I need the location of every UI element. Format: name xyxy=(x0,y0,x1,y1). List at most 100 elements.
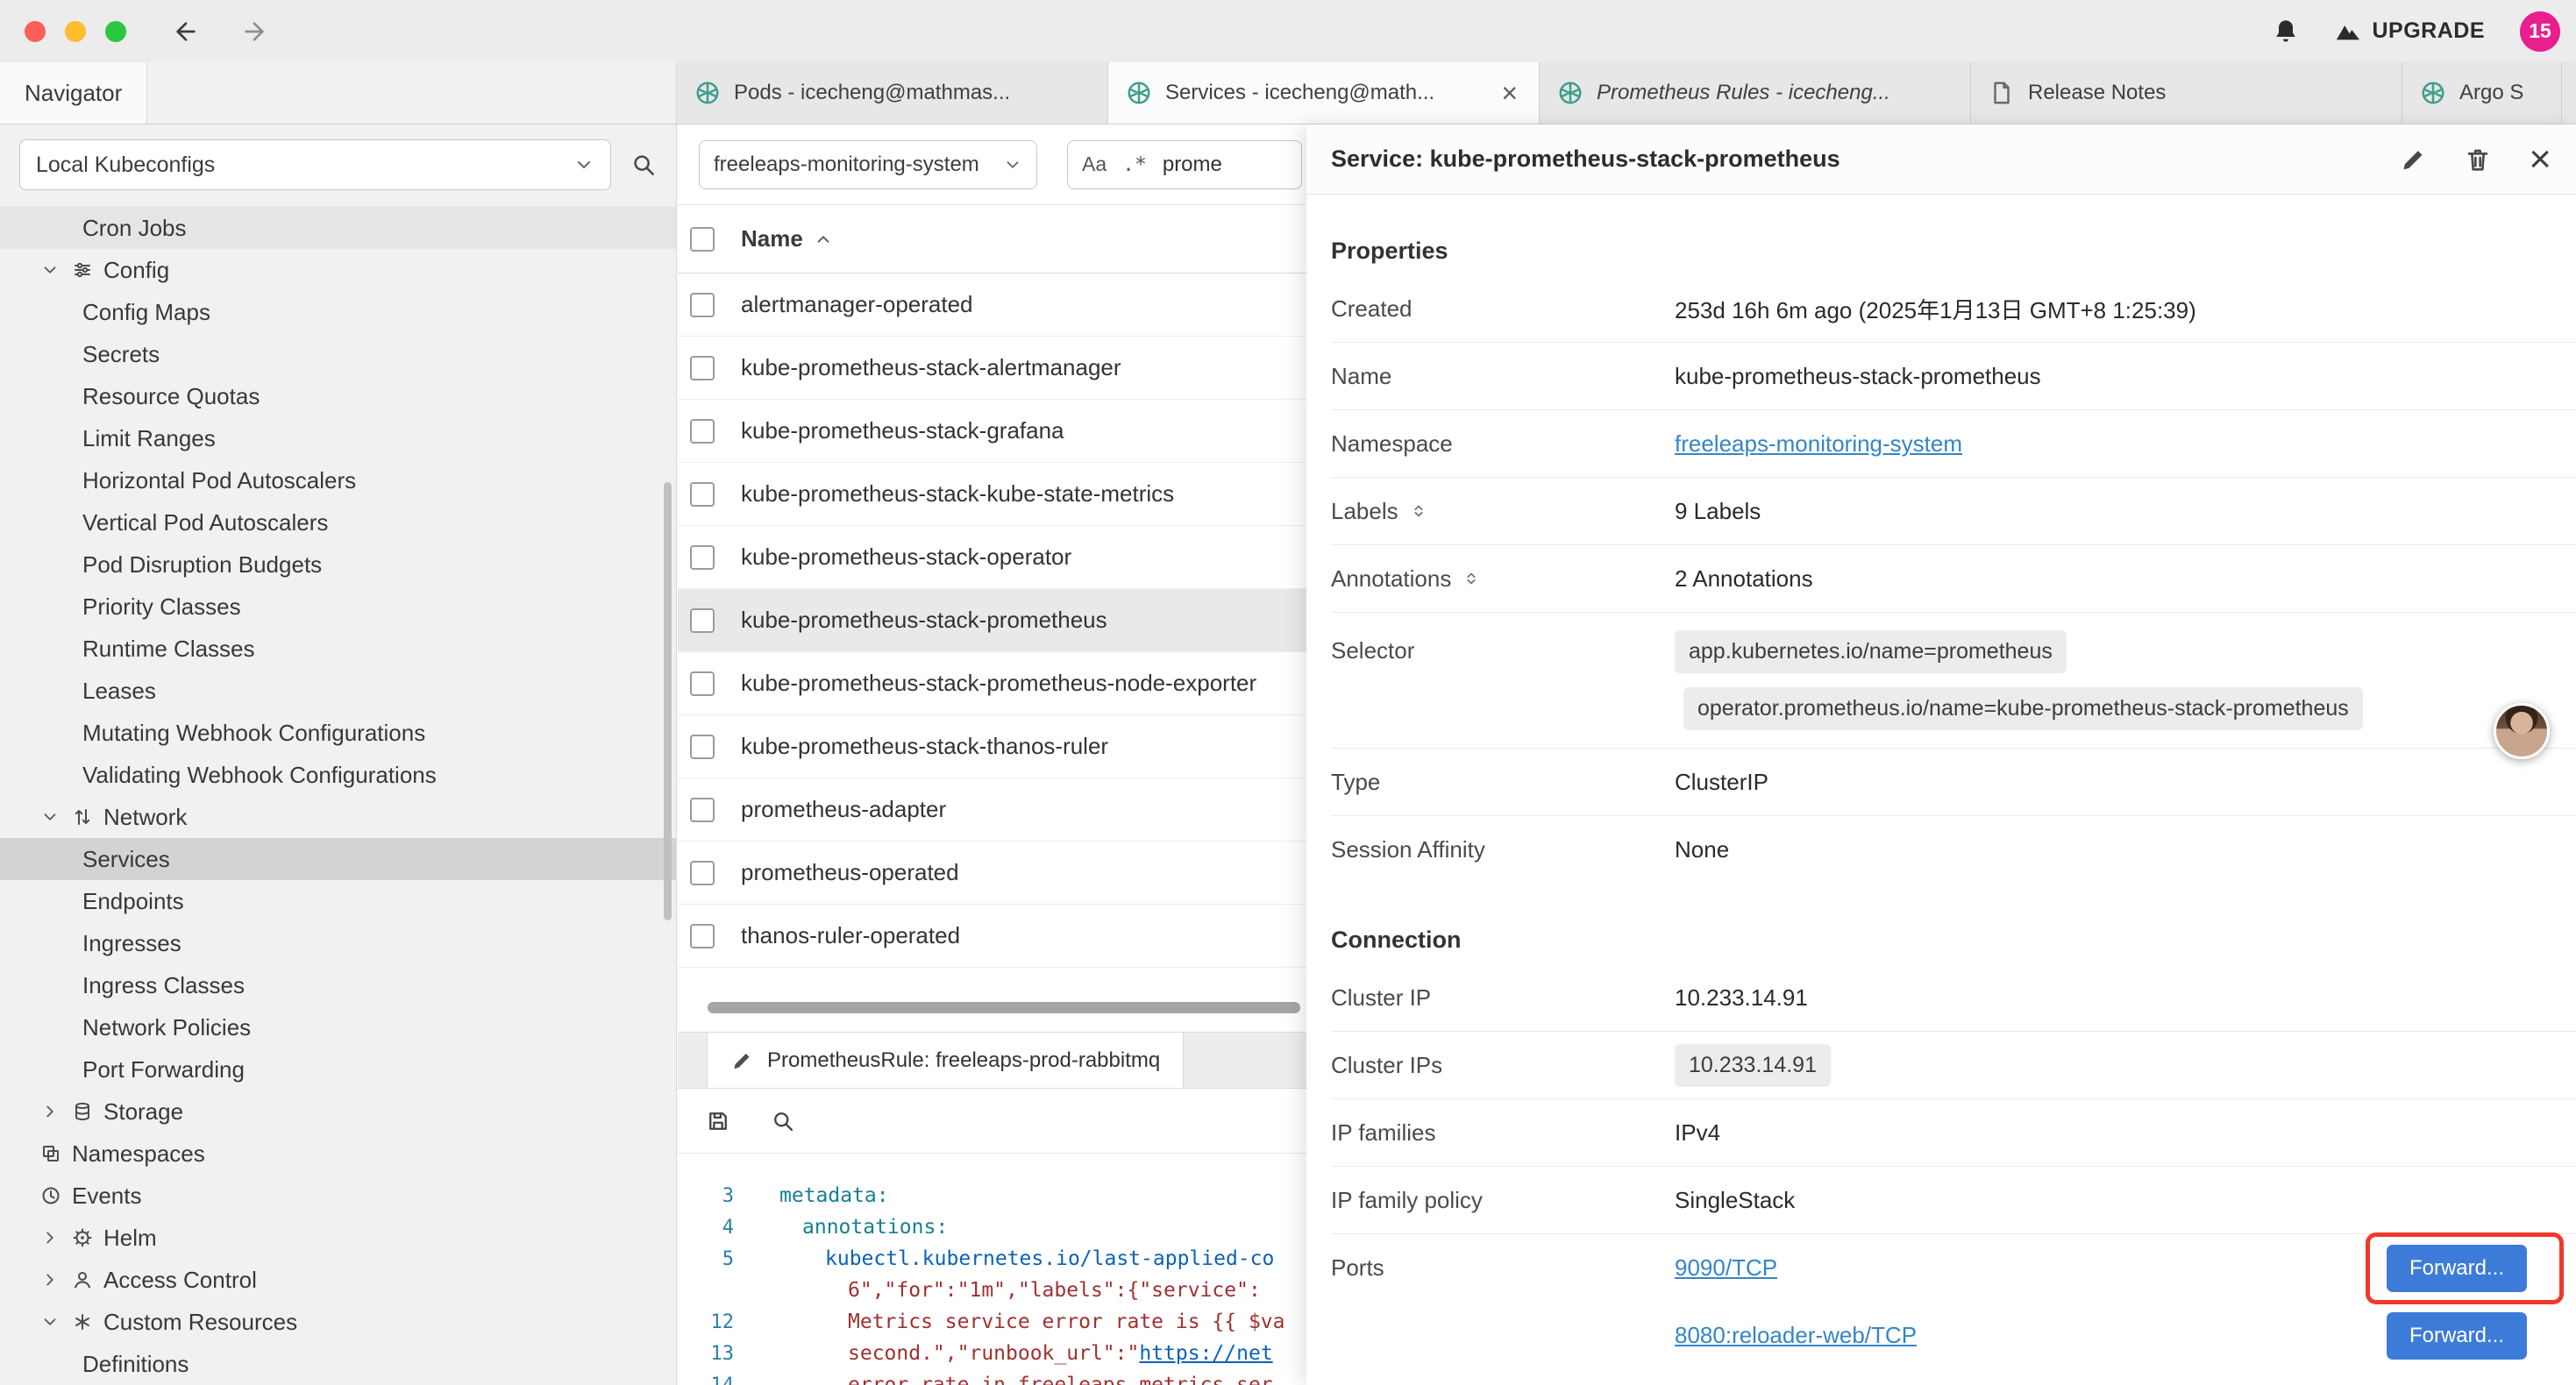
sort-ascending-icon[interactable] xyxy=(814,230,833,249)
select-all-checkbox[interactable] xyxy=(690,227,715,252)
sidebar-item-leases[interactable]: Leases xyxy=(0,670,676,712)
namespace-selector[interactable]: freeleaps-monitoring-system xyxy=(699,140,1037,189)
sidebar-item-helm[interactable]: Helm xyxy=(0,1217,676,1259)
sidebar-item-mutating-webhook-configurations[interactable]: Mutating Webhook Configurations xyxy=(0,712,676,754)
row-checkbox[interactable] xyxy=(690,545,715,570)
sidebar-item-definitions[interactable]: Definitions xyxy=(0,1343,676,1385)
sidebar-item-namespaces[interactable]: Namespaces xyxy=(0,1133,676,1175)
tab-prometheus-rules-icecheng[interactable]: Prometheus Rules - icecheng... xyxy=(1540,62,1971,124)
sidebar-item-validating-webhook-configurations[interactable]: Validating Webhook Configurations xyxy=(0,754,676,796)
sidebar-item-endpoints[interactable]: Endpoints xyxy=(0,880,676,922)
close-icon[interactable]: × xyxy=(2529,140,2551,179)
tab-argo-s[interactable]: Argo S xyxy=(2402,62,2562,124)
row-checkbox[interactable] xyxy=(690,861,715,885)
sidebar-item-pod-disruption-budgets[interactable]: Pod Disruption Budgets xyxy=(0,543,676,586)
expand-collapse-icon[interactable] xyxy=(1462,569,1481,588)
property-row-labels: Labels9 Labels xyxy=(1331,478,2576,545)
search-input[interactable] xyxy=(1163,153,1268,177)
sidebar-item-vertical-pod-autoscalers[interactable]: Vertical Pod Autoscalers xyxy=(0,501,676,543)
port-link[interactable]: 9090/TCP xyxy=(1675,1254,1777,1282)
sidebar-item-limit-ranges[interactable]: Limit Ranges xyxy=(0,417,676,459)
sidebar-item-cron-jobs[interactable]: Cron Jobs xyxy=(0,207,676,249)
navigator-tab[interactable]: Navigator xyxy=(0,62,147,124)
edit-pencil-icon[interactable] xyxy=(2399,146,2427,174)
row-checkbox[interactable] xyxy=(690,608,715,633)
sidebar-item-label: Network xyxy=(103,804,187,831)
back-arrow-icon[interactable] xyxy=(172,18,200,46)
sidebar-scrollbar[interactable] xyxy=(664,482,672,920)
row-checkbox[interactable] xyxy=(690,671,715,696)
chevron-right-icon[interactable] xyxy=(40,1270,72,1289)
sidebar-item-custom-resources[interactable]: Custom Resources xyxy=(0,1301,676,1343)
forward-button[interactable]: Forward... xyxy=(2387,1245,2527,1292)
port-link[interactable]: 8080:reloader-web/TCP xyxy=(1675,1322,1917,1349)
dock-tab-prometheusrule[interactable]: PrometheusRule: freeleaps-prod-rabbitmq xyxy=(707,1033,1184,1088)
sidebar-item-priority-classes[interactable]: Priority Classes xyxy=(0,586,676,628)
user-avatar[interactable] xyxy=(2494,703,2550,759)
row-checkbox[interactable] xyxy=(690,356,715,380)
sidebar-search-icon[interactable] xyxy=(630,152,657,178)
drawer-title: Service: kube-prometheus-stack-prometheu… xyxy=(1331,146,2399,173)
sidebar-item-config[interactable]: Config xyxy=(0,249,676,291)
save-icon[interactable] xyxy=(706,1109,730,1133)
line-number: 13 xyxy=(678,1343,753,1365)
sidebar-item-label: Mutating Webhook Configurations xyxy=(82,720,425,747)
regex-toggle[interactable]: .* xyxy=(1122,153,1147,176)
row-checkbox[interactable] xyxy=(690,924,715,948)
tab-pods-icecheng-mathmas[interactable]: Pods - icecheng@mathmas... xyxy=(677,62,1108,124)
chevron-right-icon[interactable] xyxy=(40,1228,72,1247)
property-row-name: Namekube-prometheus-stack-prometheus xyxy=(1331,343,2576,410)
expand-collapse-icon[interactable] xyxy=(1409,501,1428,521)
tab-close-icon[interactable]: × xyxy=(1498,79,1521,107)
chevron-right-icon[interactable] xyxy=(40,1102,72,1121)
notification-count-badge[interactable]: 15 xyxy=(2520,11,2560,52)
row-checkbox[interactable] xyxy=(690,798,715,822)
sidebar-item-network-policies[interactable]: Network Policies xyxy=(0,1006,676,1048)
editor-search-icon[interactable] xyxy=(771,1109,795,1133)
section-heading: Connection xyxy=(1331,915,2576,964)
kubeconfig-selector[interactable]: Local Kubeconfigs xyxy=(19,139,611,190)
sidebar-item-ingresses[interactable]: Ingresses xyxy=(0,922,676,964)
line-number: 3 xyxy=(678,1185,753,1207)
asterisk-icon xyxy=(72,1311,103,1332)
notifications-bell-icon[interactable] xyxy=(2272,18,2300,46)
sidebar-item-secrets[interactable]: Secrets xyxy=(0,333,676,375)
row-checkbox[interactable] xyxy=(690,735,715,759)
property-value: 2 Annotations xyxy=(1675,565,2551,593)
forward-arrow-icon[interactable] xyxy=(240,18,268,46)
sidebar-item-runtime-classes[interactable]: Runtime Classes xyxy=(0,628,676,670)
match-case-toggle[interactable]: Aa xyxy=(1082,153,1107,176)
kubernetes-cluster-icon xyxy=(1126,80,1152,106)
delete-trash-icon[interactable] xyxy=(2464,146,2492,174)
sidebar-item-events[interactable]: Events xyxy=(0,1175,676,1217)
row-checkbox[interactable] xyxy=(690,419,715,444)
upgrade-button[interactable]: UPGRADE xyxy=(2335,18,2485,45)
row-checkbox[interactable] xyxy=(690,482,715,507)
table-horizontal-scrollbar[interactable] xyxy=(708,1002,1300,1013)
zoom-window-button[interactable] xyxy=(105,21,126,42)
close-window-button[interactable] xyxy=(25,21,46,42)
sidebar-item-network[interactable]: Network xyxy=(0,796,676,838)
minimize-window-button[interactable] xyxy=(65,21,86,42)
sidebar-item-config-maps[interactable]: Config Maps xyxy=(0,291,676,333)
sidebar-item-storage[interactable]: Storage xyxy=(0,1090,676,1133)
forward-button[interactable]: Forward... xyxy=(2387,1312,2527,1360)
row-checkbox[interactable] xyxy=(690,293,715,317)
sidebar-item-resource-quotas[interactable]: Resource Quotas xyxy=(0,375,676,417)
sidebar-item-horizontal-pod-autoscalers[interactable]: Horizontal Pod Autoscalers xyxy=(0,459,676,501)
sidebar-item-label: Validating Webhook Configurations xyxy=(82,762,437,789)
kubernetes-cluster-icon xyxy=(2420,80,2446,106)
service-name: kube-prometheus-stack-grafana xyxy=(741,417,1064,444)
chevron-down-icon[interactable] xyxy=(40,807,72,827)
tab-release-notes[interactable]: Release Notes xyxy=(1971,62,2402,124)
sidebar-item-port-forwarding[interactable]: Port Forwarding xyxy=(0,1048,676,1090)
sidebar-item-services[interactable]: Services xyxy=(0,838,676,880)
upgrade-label: UPGRADE xyxy=(2372,18,2485,44)
chevron-down-icon[interactable] xyxy=(40,260,72,280)
namespace-link[interactable]: freeleaps-monitoring-system xyxy=(1675,430,1962,457)
name-column-header[interactable]: Name xyxy=(741,225,803,252)
tab-services-icecheng-math[interactable]: Services - icecheng@math...× xyxy=(1108,62,1540,124)
chevron-down-icon[interactable] xyxy=(40,1312,72,1332)
sidebar-item-access-control[interactable]: Access Control xyxy=(0,1259,676,1301)
sidebar-item-ingress-classes[interactable]: Ingress Classes xyxy=(0,964,676,1006)
